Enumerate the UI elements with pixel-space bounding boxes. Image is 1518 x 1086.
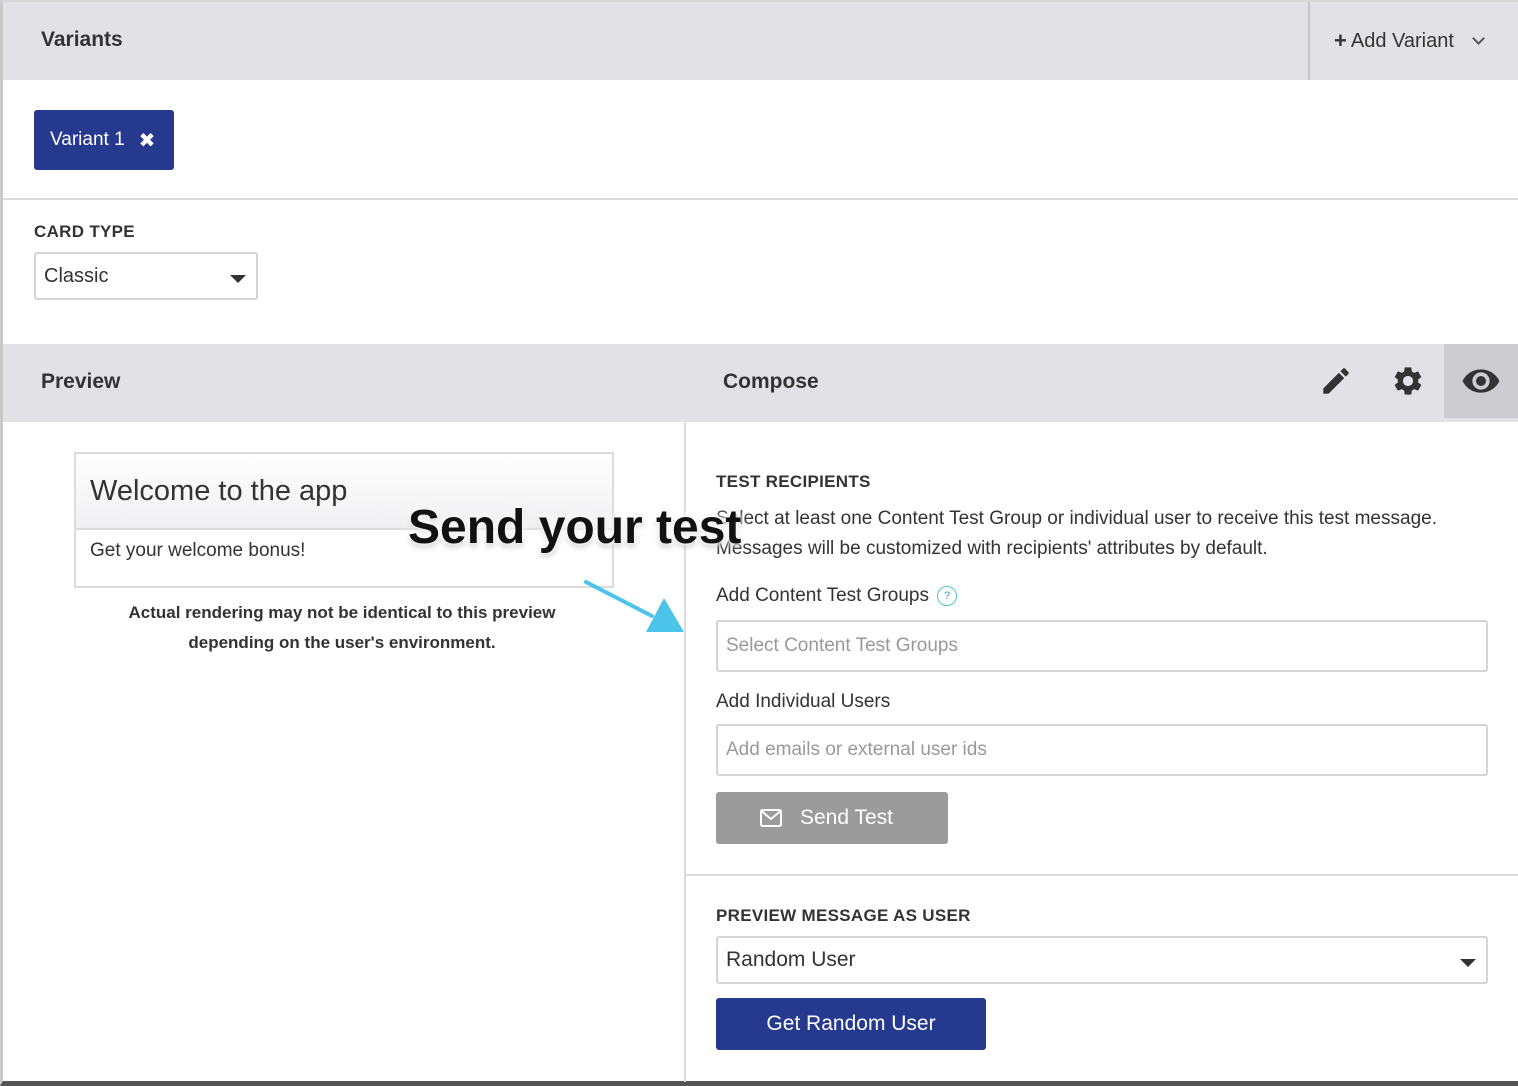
gear-icon: [1394, 367, 1422, 395]
annotation-arrow-icon: [584, 580, 684, 632]
compose-title: Compose: [723, 370, 819, 393]
test-recipients-heading: TEST RECIPIENTS: [716, 472, 871, 491]
card-type-label: CARD TYPE: [34, 222, 135, 241]
add-variant-button[interactable]: + Add Variant: [1308, 2, 1518, 80]
send-test-label: Send Test: [800, 806, 894, 829]
preview-disclaimer: Actual rendering may not be identical to…: [74, 598, 610, 658]
help-icon[interactable]: ?: [937, 586, 957, 606]
caret-down-icon: [230, 275, 246, 283]
preview-disclaimer-line-2: depending on the user's environment.: [188, 633, 496, 652]
preview-disclaimer-line-1: Actual rendering may not be identical to…: [128, 603, 556, 622]
card-type-select[interactable]: Classic: [34, 252, 258, 300]
divider: [3, 198, 1518, 200]
variant-tab[interactable]: Variant 1 ✖: [34, 110, 174, 170]
content-test-groups-label: Add Content Test Groups ?: [716, 585, 957, 607]
settings-tab[interactable]: [1371, 344, 1445, 418]
content-test-groups-label-text: Add Content Test Groups: [716, 585, 929, 606]
preview-as-user-heading: PREVIEW MESSAGE AS USER: [716, 906, 971, 925]
variant-tab-label: Variant 1: [50, 129, 125, 150]
annotation-callout: Send your test: [408, 501, 742, 554]
chevron-down-icon: [1472, 31, 1485, 45]
card-type-value: Classic: [44, 264, 109, 287]
send-test-button[interactable]: Send Test: [716, 792, 948, 844]
preview-user-select[interactable]: Random User: [716, 936, 1488, 984]
envelope-icon: [760, 809, 782, 827]
edit-tab[interactable]: [1299, 344, 1373, 418]
compose-bar: Preview Compose: [3, 344, 1518, 422]
preview-title: Preview: [41, 370, 121, 393]
preview-user-value: Random User: [726, 948, 856, 971]
close-icon[interactable]: ✖: [139, 128, 156, 153]
variants-header: Variants + Add Variant: [3, 2, 1518, 80]
individual-users-input[interactable]: [716, 724, 1488, 776]
divider: [686, 874, 1518, 876]
get-random-user-button[interactable]: Get Random User: [716, 998, 986, 1050]
variants-title: Variants: [41, 28, 123, 51]
add-variant-label: Add Variant: [1350, 29, 1454, 52]
individual-users-label: Add Individual Users: [716, 691, 891, 712]
eye-icon: [1462, 369, 1500, 393]
preview-tab[interactable]: [1444, 344, 1518, 418]
content-test-groups-input[interactable]: [716, 620, 1488, 672]
preview-card-title: Welcome to the app: [90, 474, 348, 507]
test-recipients-description: Select at least one Content Test Group o…: [716, 508, 1437, 559]
pencil-icon: [1323, 368, 1349, 394]
plus-icon: +: [1334, 28, 1347, 53]
caret-down-icon: [1460, 959, 1476, 967]
